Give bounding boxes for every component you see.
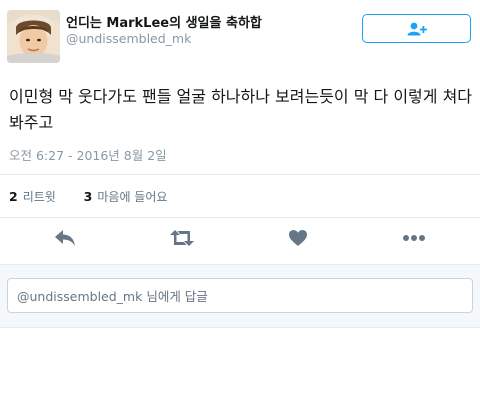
like-button[interactable]: [285, 227, 311, 249]
more-button[interactable]: [401, 227, 427, 249]
likes-count: 3: [83, 189, 93, 204]
reply-input[interactable]: @undissembled_mk 님에게 답글: [7, 278, 473, 313]
reply-area: @undissembled_mk 님에게 답글: [0, 264, 480, 328]
reply-arrow-icon: [55, 230, 75, 246]
retweets-label: 리트윗: [22, 190, 56, 204]
avatar-image: [7, 10, 60, 63]
follow-button[interactable]: [362, 14, 471, 43]
heart-icon: [289, 230, 307, 246]
reply-button[interactable]: [52, 227, 78, 249]
retweet-icon: [170, 230, 194, 246]
tweet-text: 이민형 막 웃다가도 팬들 얼굴 하나하나 보려는듯이 막 다 이렇게 쳐다봐주…: [9, 87, 473, 132]
tweet-actions: [0, 221, 480, 255]
retweets-count: 2: [9, 189, 18, 204]
more-dots-icon: [403, 235, 425, 241]
likes-stat[interactable]: 3 마음에 들어요: [84, 188, 168, 205]
user-handle[interactable]: @undissembled_mk: [66, 31, 191, 46]
likes-label: 마음에 들어요: [97, 190, 168, 204]
retweets-stat[interactable]: 2 리트윗: [9, 188, 56, 205]
divider: [0, 217, 480, 218]
avatar[interactable]: [7, 10, 60, 63]
tweet-header: 언디는 MarkLee의 생일을 축하합 @undissembled_mk: [0, 0, 480, 70]
retweet-button[interactable]: [169, 227, 195, 249]
add-user-icon: [407, 22, 427, 35]
tweet-stats: 2 리트윗 3 마음에 들어요: [9, 188, 191, 205]
tweet-timestamp[interactable]: 오전 6:27 - 2016년 8월 2일: [9, 145, 167, 164]
display-name[interactable]: 언디는 MarkLee의 생일을 축하합: [66, 12, 262, 31]
divider: [0, 174, 480, 175]
